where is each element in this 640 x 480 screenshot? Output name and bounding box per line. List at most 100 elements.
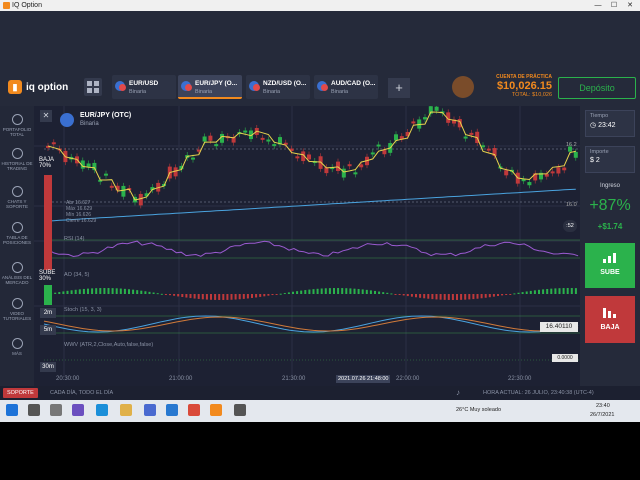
asset-selector[interactable]: EUR/JPY (OTC): [80, 112, 131, 119]
minimize-icon[interactable]: —: [590, 0, 606, 11]
candle-countdown: :52: [563, 220, 577, 232]
tab-name: EUR/JPY (O...: [195, 80, 238, 87]
deposit-button[interactable]: Depósito: [558, 77, 636, 99]
candle: [243, 130, 248, 133]
edge-icon[interactable]: [96, 404, 108, 416]
timeframe-candle[interactable]: 2m: [40, 308, 56, 318]
ao-bar: [308, 289, 311, 294]
ao-bar: [419, 294, 422, 298]
weather-widget[interactable]: 26°C Muy soleado: [456, 407, 501, 413]
tab-nzdusd[interactable]: NZD/USD (O... Binaria: [246, 75, 310, 99]
amount-value: $ 2: [590, 157, 600, 164]
ao-bar: [107, 288, 110, 294]
letterbox: [0, 422, 640, 480]
ao-bar: [558, 288, 561, 294]
account-balance[interactable]: CUENTA DE PRÁCTICA $10,026.15 TOTAL: $10…: [480, 74, 552, 98]
taskbar-clock[interactable]: 23:40: [596, 403, 610, 409]
logo-text: iq option: [26, 81, 69, 93]
asset-type: Binaria: [80, 121, 99, 127]
payout-amount: +$1.74: [597, 222, 623, 231]
indicator-wwv-label[interactable]: WWV (ATR,2,Close,Auto,false,false): [64, 342, 153, 348]
candle: [457, 119, 462, 128]
avatar[interactable]: [452, 76, 474, 98]
tab-audcad[interactable]: AUD/CAD (O... Binaria: [314, 75, 378, 99]
indicator-stoch-label[interactable]: Stoch (15, 3, 3): [64, 307, 102, 313]
put-down-button[interactable]: BAJA: [585, 296, 635, 343]
ao-bar: [550, 288, 553, 294]
tab-name: AUD/CAD (O...: [331, 80, 376, 87]
ao-bar: [439, 294, 442, 300]
sidebar-item-more[interactable]: MÁS: [0, 338, 34, 356]
indicator-ao-label[interactable]: AO (34, 5): [64, 272, 89, 278]
iqoption-logo[interactable]: ▮ iq option: [8, 78, 68, 96]
candle: [434, 106, 439, 111]
ao-bar: [456, 294, 458, 300]
folder-icon[interactable]: [120, 404, 132, 416]
ao-bar: [156, 293, 159, 295]
ao-bar: [99, 288, 102, 294]
current-time: HORA ACTUAL: 26 JULIO, 23:40:38 (UTC-4): [483, 390, 594, 396]
ao-bar: [292, 291, 294, 294]
close-chart-button[interactable]: ✕: [40, 110, 52, 122]
window-title: IQ Option: [12, 2, 42, 9]
grid-menu-button[interactable]: [84, 78, 102, 96]
tab-eurjpy[interactable]: EUR/JPY (O... Binaria: [178, 75, 242, 99]
start-icon[interactable]: [6, 404, 18, 416]
status-bar: CADA DÍA, TODO EL DÍA ♪ HORA ACTUAL: 26 …: [0, 386, 640, 400]
ao-bar: [320, 288, 323, 294]
sidebar-item-chats[interactable]: CHATS Y SOPORTE: [0, 186, 34, 209]
briefcase-icon: [11, 114, 23, 125]
sidebar-item-leaderboard[interactable]: TABLA DE POSICIONES: [0, 222, 34, 245]
search-icon[interactable]: [28, 404, 40, 416]
tab-eurusd[interactable]: EUR/USD Binaria: [112, 75, 176, 99]
ao-bar: [382, 292, 385, 294]
bars-up-icon: [603, 253, 616, 263]
timeframe-expiry[interactable]: 5m: [40, 325, 56, 335]
sidebar-item-analysis[interactable]: ANÁLISIS DEL MERCADO: [0, 262, 34, 285]
ao-bar: [193, 294, 196, 299]
candle: [504, 170, 509, 176]
teams-icon[interactable]: [72, 404, 84, 416]
candle: [573, 151, 578, 158]
candle: [347, 164, 352, 167]
mail-icon[interactable]: [166, 404, 178, 416]
clock-app-icon[interactable]: [234, 404, 246, 416]
sidebar-item-video[interactable]: VIDEO TUTORIALES: [0, 298, 34, 321]
sound-icon[interactable]: ♪: [456, 388, 460, 397]
maximize-icon[interactable]: ☐: [606, 0, 622, 11]
expiry-time-field[interactable]: Tiempo ◷ 23:42: [585, 110, 635, 137]
ao-bar: [140, 290, 143, 294]
candle: [307, 154, 311, 160]
ao-bar: [533, 290, 536, 294]
amount-field[interactable]: Importe $ 2: [585, 146, 635, 173]
ao-bar: [386, 292, 389, 294]
close-window-icon[interactable]: ✕: [622, 0, 638, 11]
ao-bar: [62, 291, 65, 294]
sidebar-item-history[interactable]: HISTORIAL DE TRADING: [0, 148, 34, 171]
candle: [138, 193, 143, 206]
task-view-icon[interactable]: [50, 404, 62, 416]
store-icon[interactable]: [144, 404, 156, 416]
candle: [272, 144, 277, 147]
ao-bar: [324, 288, 327, 294]
add-tab-button[interactable]: +: [388, 78, 410, 98]
ao-bar: [230, 294, 233, 300]
timeframe-zoom[interactable]: 30m: [40, 362, 56, 372]
sidebar-item-portfolio[interactable]: PORTAFOLIO TOTAL: [0, 114, 34, 137]
iqoption-task-icon[interactable]: [210, 404, 222, 416]
ao-bar: [501, 294, 504, 296]
tab-sub: Binaria: [263, 89, 281, 95]
taskbar-date[interactable]: 26/7/2021: [590, 412, 614, 418]
ao-bar: [353, 288, 356, 294]
chrome-icon[interactable]: [188, 404, 200, 416]
window-titlebar: IQ Option — ☐ ✕: [0, 0, 640, 11]
candle: [382, 150, 387, 155]
ao-bar: [497, 294, 499, 297]
candle: [353, 172, 358, 175]
indicator-rsi-label[interactable]: RSI (14): [64, 236, 84, 242]
balance-value: $10,026.15: [496, 80, 552, 92]
ao-bar: [492, 294, 495, 297]
support-button[interactable]: SOPORTE: [3, 388, 38, 398]
ao-bar: [328, 288, 331, 294]
call-up-button[interactable]: SUBE: [585, 243, 635, 288]
